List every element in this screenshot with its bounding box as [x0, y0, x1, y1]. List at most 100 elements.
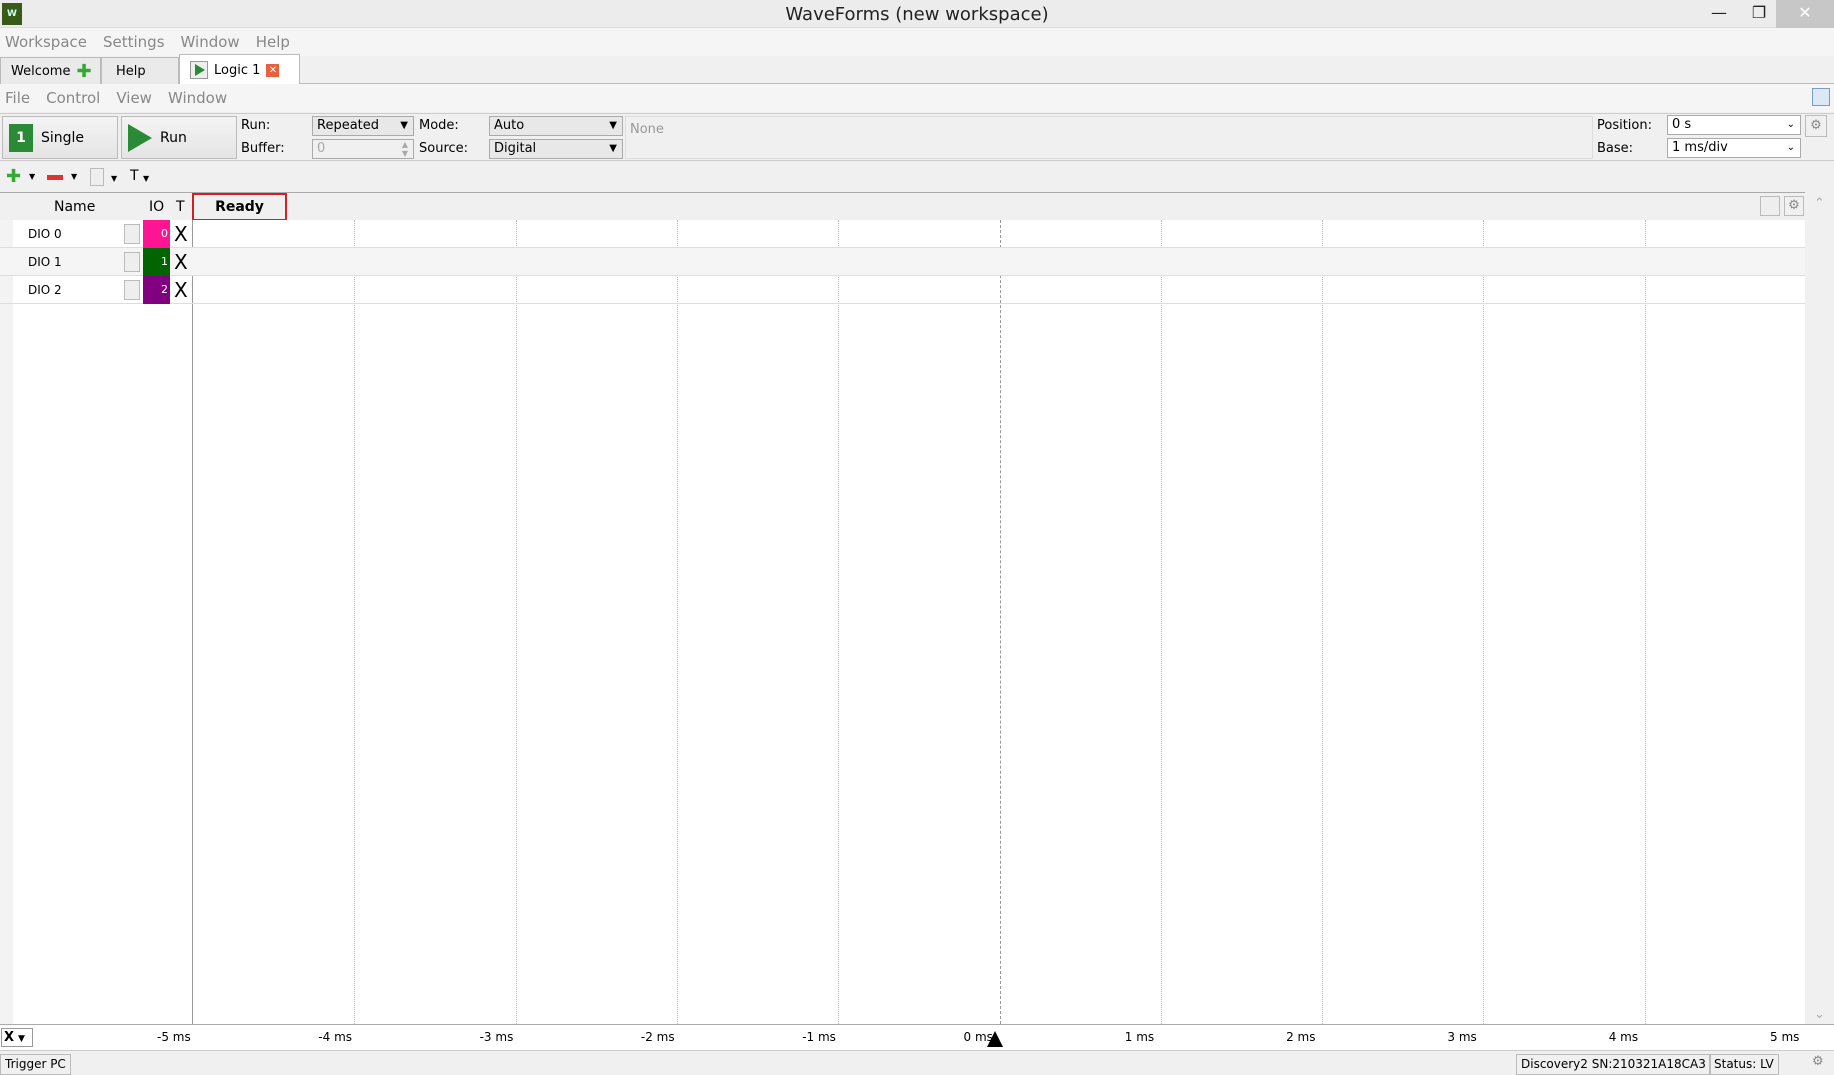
base-value: 1 ms/div [1672, 140, 1728, 155]
run-label: Run [160, 129, 187, 146]
chevron-down-icon: ▼ [400, 120, 408, 131]
grid-line [1483, 220, 1485, 1024]
buffer-spinbox[interactable]: 0 ▲ ▼ [312, 139, 414, 159]
menu-file[interactable]: File [5, 89, 30, 107]
grid-line [1322, 220, 1324, 1024]
main-menu-bar: Workspace Settings Window Help [0, 28, 1834, 56]
gear-icon[interactable]: ⚙ [1812, 1054, 1824, 1069]
window-title: WaveForms (new workspace) [785, 4, 1049, 25]
io-header: IO [149, 199, 165, 215]
gear-icon[interactable]: ⚙ [1784, 196, 1804, 216]
add-channel-icon[interactable]: ✚ [6, 166, 21, 187]
tab-help[interactable]: Help [101, 57, 179, 84]
trigger-condition[interactable]: X [174, 276, 188, 304]
axis-selector[interactable]: X ▼ [1, 1028, 33, 1047]
base-dropdown[interactable]: 1 ms/div ⌄ [1667, 138, 1801, 158]
io-pin[interactable]: 0 [143, 220, 170, 248]
menu-view[interactable]: View [116, 89, 152, 107]
run-mode-dropdown[interactable]: Repeated ▼ [312, 116, 414, 136]
trigger-condition[interactable]: X [174, 220, 188, 248]
edit-icon[interactable] [124, 280, 140, 300]
title-bar: W WaveForms (new workspace) — ❐ ✕ [0, 0, 1834, 28]
axis-tick-label: 3 ms [1447, 1030, 1477, 1044]
axis-tick-label: -1 ms [802, 1030, 836, 1044]
run-button[interactable]: Run [121, 116, 237, 159]
mode-dropdown[interactable]: Auto ▼ [489, 116, 623, 136]
tab-label: Logic 1 [214, 62, 261, 78]
axis-tick-label: -4 ms [318, 1030, 353, 1044]
t-header: T [176, 199, 185, 215]
axis-tick-label: 4 ms [1608, 1030, 1639, 1044]
menu-control[interactable]: Control [46, 89, 100, 107]
zoom-fit-icon[interactable] [1760, 196, 1780, 216]
device-status: Status: LV [1709, 1054, 1779, 1075]
base-label: Base: [1597, 141, 1634, 156]
grid-line [1160, 220, 1162, 1024]
grid-line [1644, 220, 1646, 1024]
grid-line [999, 220, 1001, 1024]
chevron-down-icon[interactable]: ▼ [111, 174, 117, 183]
gear-icon[interactable]: ⚙ [1805, 115, 1827, 137]
chevron-down-icon: ⌄ [1786, 119, 1795, 130]
io-pin[interactable]: 1 [143, 248, 170, 276]
edit-icon[interactable] [124, 252, 140, 272]
menu-window[interactable]: Window [181, 33, 240, 51]
menu-workspace[interactable]: Workspace [5, 33, 87, 51]
position-label: Position: [1597, 118, 1652, 133]
axis-tick-label: -3 ms [479, 1030, 514, 1044]
channel-row[interactable]: DIO 0 0 X [0, 220, 1805, 248]
chevron-down-icon: ▼ [18, 1034, 25, 1044]
chevron-down-icon[interactable]: ▼ [29, 172, 35, 181]
chevron-down-icon[interactable]: ▼ [71, 172, 77, 181]
source-dropdown[interactable]: Digital ▼ [489, 139, 623, 159]
tab-label: Welcome [11, 63, 71, 79]
menu-help[interactable]: Help [256, 33, 290, 51]
menu-settings[interactable]: Settings [103, 33, 165, 51]
dock-window-icon[interactable] [1812, 88, 1830, 106]
vertical-scrollbar[interactable]: ⌃ ⌄ [1805, 192, 1834, 1024]
spin-icon: ▲ ▼ [401, 140, 408, 158]
trigger-menu-button[interactable]: T [130, 168, 139, 184]
run-mode-label: Run: [241, 118, 271, 133]
trigger-pc-label[interactable]: Trigger PC [0, 1054, 71, 1075]
grid-line [515, 220, 517, 1024]
device-label[interactable]: Discovery2 SN:210321A18CA3 [1516, 1054, 1711, 1075]
time-axis: X ▼ -5 ms -4 ms -3 ms -2 ms -1 ms 0 ms 1 ms 2 ms… [0, 1024, 1834, 1050]
trigger-condition[interactable]: X [174, 248, 188, 276]
menu-window[interactable]: Window [168, 89, 227, 107]
edit-icon[interactable] [90, 168, 104, 186]
edit-icon[interactable] [124, 224, 140, 244]
close-tab-icon[interactable]: ✕ [266, 63, 280, 77]
tab-label: Help [116, 63, 146, 79]
name-header: Name [54, 199, 96, 215]
single-button[interactable]: 1 Single [2, 116, 118, 159]
close-button[interactable]: ✕ [1776, 0, 1834, 28]
chevron-down-icon[interactable]: ▼ [143, 174, 149, 183]
axis-tick-label: 0 ms [963, 1030, 993, 1044]
channel-row[interactable]: DIO 2 2 X [0, 276, 1805, 304]
status-indicator: Ready [192, 193, 287, 221]
grid-line [676, 220, 678, 1024]
remove-channel-icon[interactable] [47, 175, 63, 180]
trigger-condition-panel: None [625, 116, 1593, 159]
source-value: Digital [494, 141, 537, 156]
axis-tick-label: 2 ms [1286, 1030, 1316, 1044]
channel-name[interactable]: DIO 1 [28, 248, 62, 276]
io-pin[interactable]: 2 [143, 276, 170, 304]
axis-tick-label: 1 ms [1124, 1030, 1155, 1044]
channel-name[interactable]: DIO 0 [28, 220, 62, 248]
position-dropdown[interactable]: 0 s ⌄ [1667, 115, 1801, 135]
grid-line [838, 220, 840, 1024]
grid-line [354, 220, 356, 1024]
tab-bar: Welcome ✚ Help Logic 1 ✕ [0, 54, 1834, 85]
plot-area[interactable] [192, 220, 1805, 1024]
single-label: Single [41, 129, 85, 146]
buffer-label: Buffer: [241, 141, 285, 156]
tab-welcome[interactable]: Welcome ✚ [0, 57, 101, 84]
axis-selector-value: X [4, 1030, 15, 1045]
channel-name[interactable]: DIO 2 [28, 276, 62, 304]
channel-row[interactable]: DIO 1 1 X [0, 248, 1805, 276]
tab-logic-1[interactable]: Logic 1 ✕ [179, 54, 300, 85]
chevron-down-icon: ▼ [609, 120, 617, 131]
channel-table-header: Name IO T Ready ⚙ [0, 192, 1805, 221]
